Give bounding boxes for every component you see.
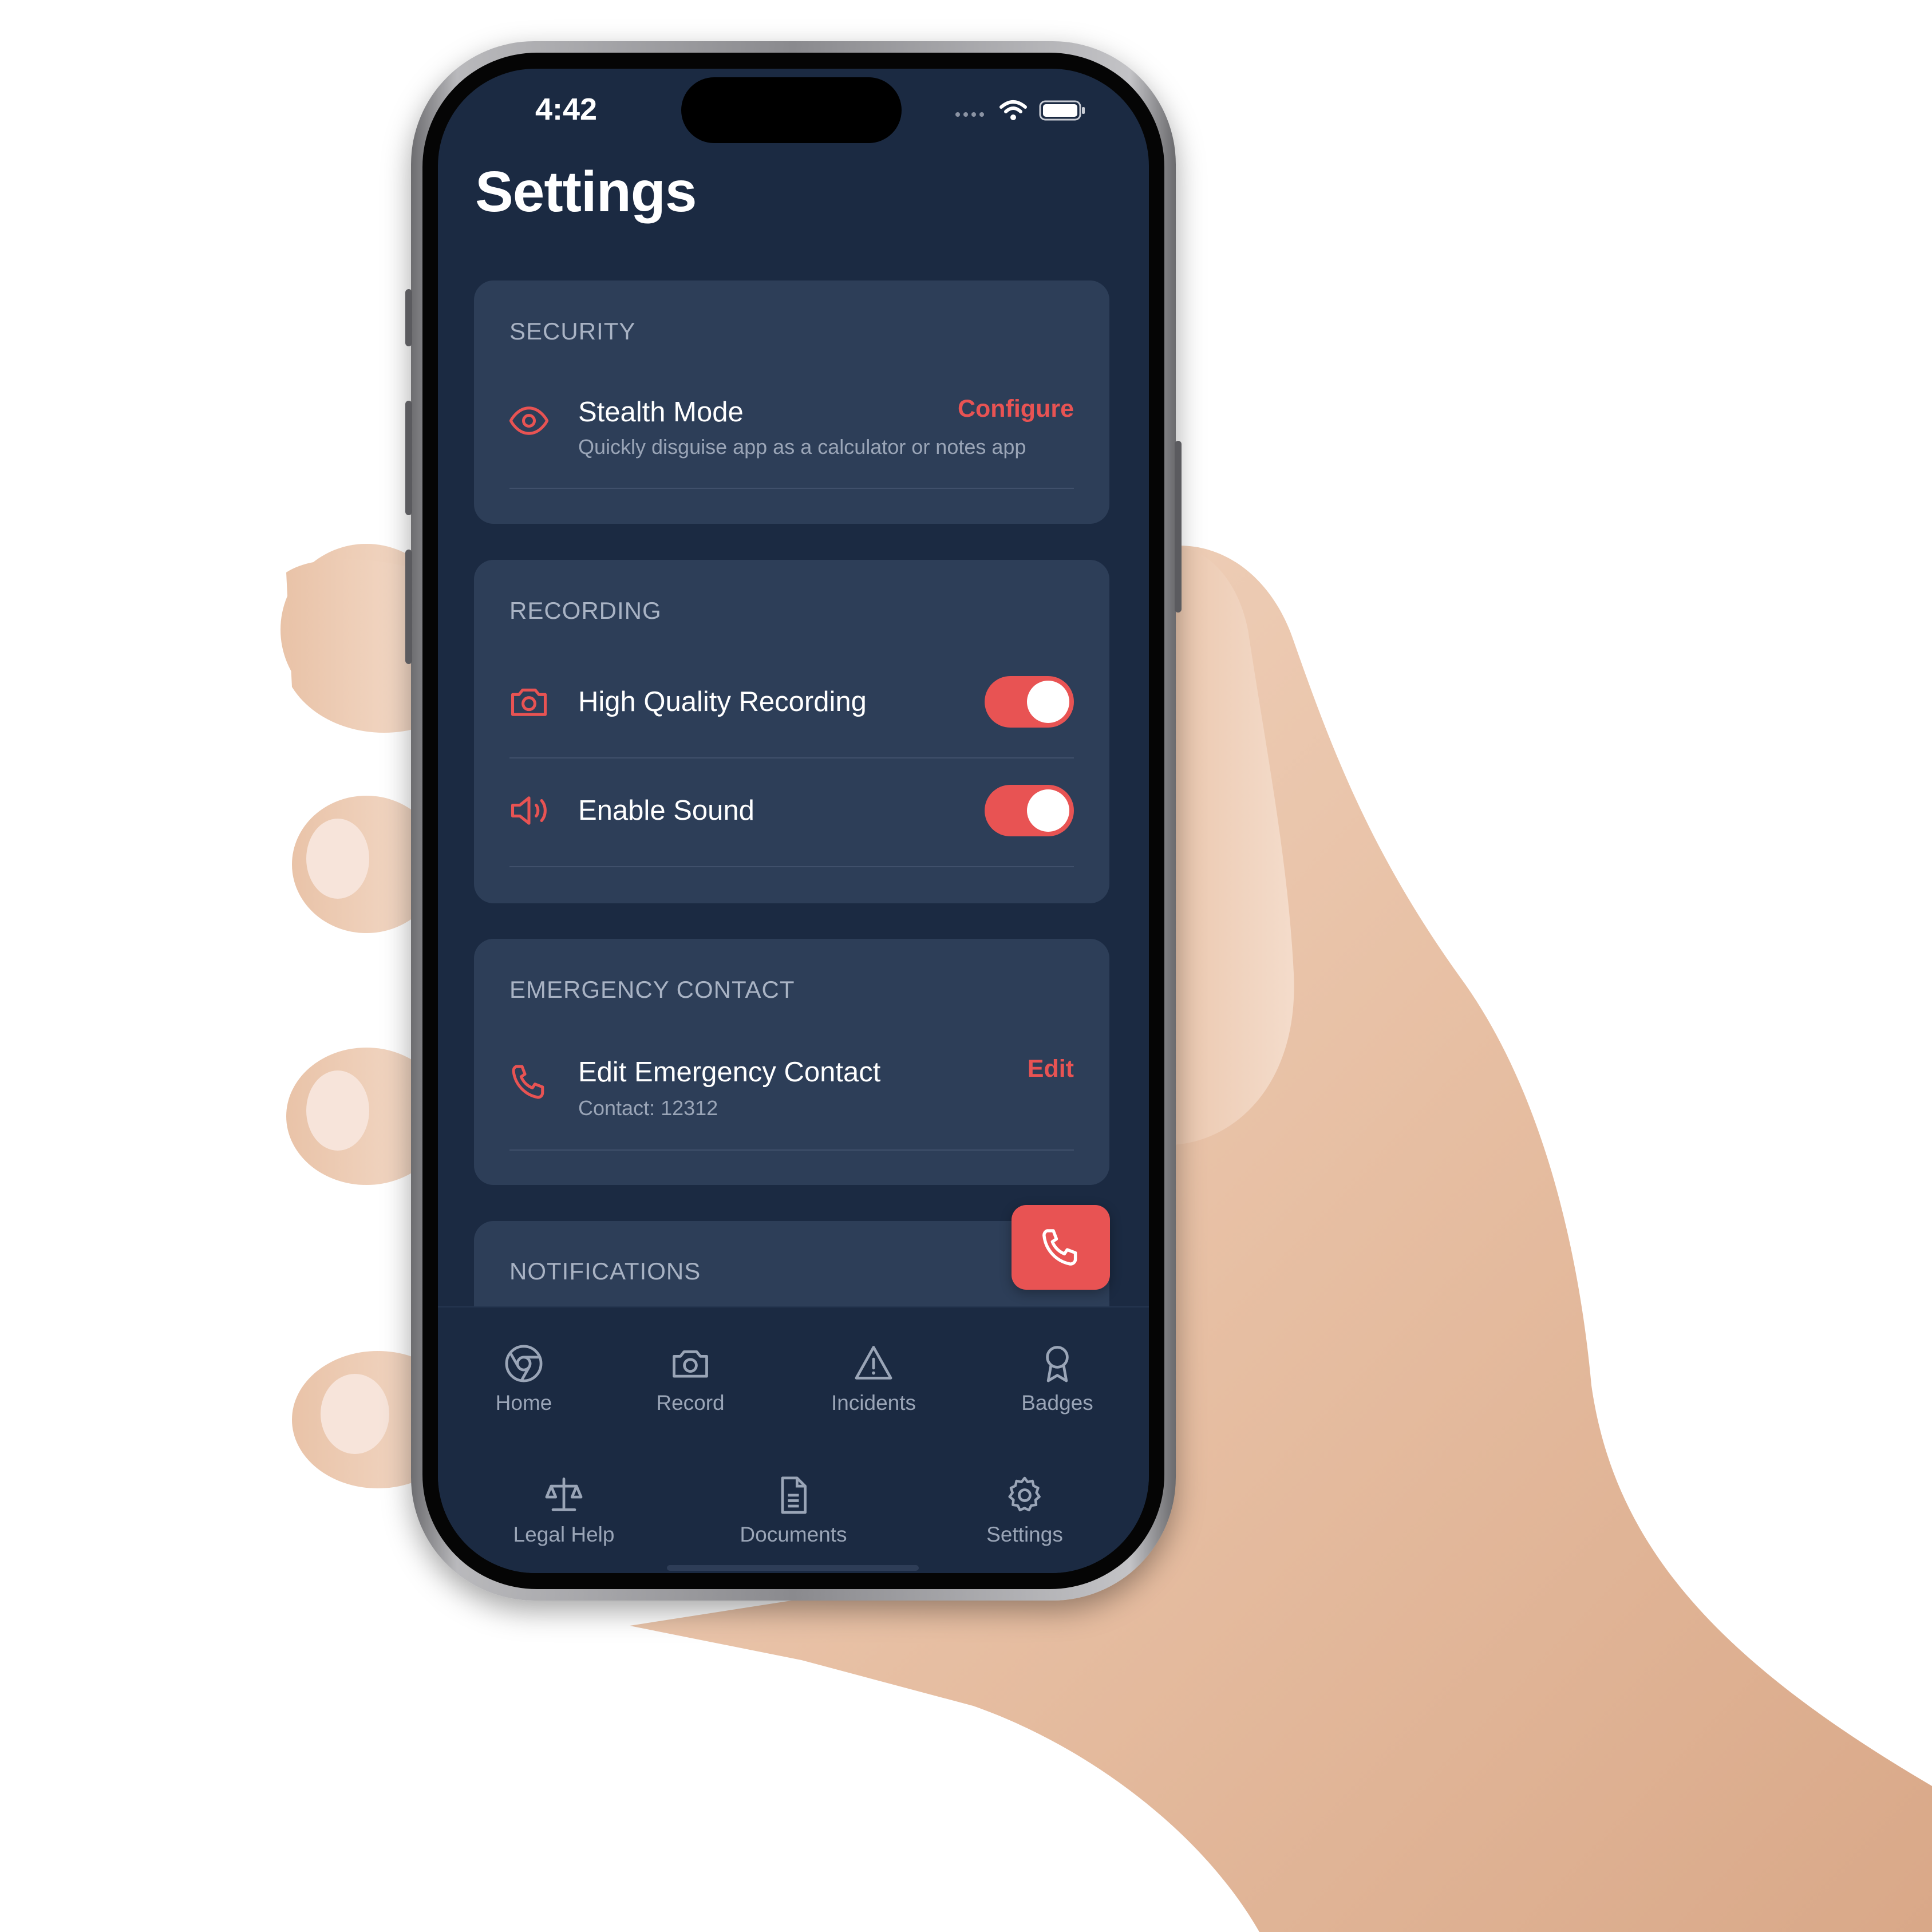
volume-down-button <box>405 550 412 664</box>
emergency-contact-card: EMERGENCY CONTACT Edit Emergency Contact… <box>474 939 1109 1185</box>
stealth-mode-title: Stealth Mode <box>578 397 744 428</box>
scale-icon <box>545 1477 583 1511</box>
tab-label: Badges <box>1021 1391 1093 1415</box>
section-label-emergency: EMERGENCY CONTACT <box>509 976 795 1003</box>
enable-sound-toggle[interactable] <box>985 785 1074 836</box>
home-indicator <box>667 1565 919 1571</box>
wifi-icon <box>999 100 1027 120</box>
tab-legal-help[interactable]: Legal Help <box>495 1473 633 1547</box>
tab-label: Legal Help <box>513 1523 615 1546</box>
eye-icon <box>509 406 549 435</box>
page-title: Settings <box>475 160 697 224</box>
enable-sound-label: Enable Sound <box>578 795 754 826</box>
phone-icon <box>512 1065 544 1099</box>
divider <box>509 488 1074 489</box>
speaker-icon <box>511 796 547 825</box>
tab-record[interactable]: Record <box>622 1342 759 1415</box>
tab-label: Incidents <box>831 1391 916 1415</box>
emergency-contact-number: Contact: 12312 <box>578 1096 718 1120</box>
divider <box>509 757 1074 758</box>
tab-label: Documents <box>740 1523 847 1546</box>
high-quality-recording-label: High Quality Recording <box>578 686 867 717</box>
chrome-icon <box>505 1345 543 1382</box>
tab-label: Settings <box>986 1523 1063 1546</box>
tab-incidents[interactable]: Incidents <box>805 1342 942 1415</box>
tab-badges[interactable]: Badges <box>989 1342 1126 1415</box>
configure-button[interactable]: Configure <box>958 395 1074 423</box>
divider <box>509 1149 1074 1151</box>
toggle-knob <box>1027 681 1069 723</box>
volume-up-button <box>405 401 412 515</box>
app-screen: 4:42 Settings SECURITY Stealth Mode Quic… <box>438 69 1149 1573</box>
edit-contact-button[interactable]: Edit <box>1028 1055 1074 1083</box>
stealth-mode-subtitle: Quickly disguise app as a calculator or … <box>578 435 1026 459</box>
emergency-call-fab[interactable] <box>1012 1205 1110 1290</box>
gear-icon <box>1008 1476 1041 1512</box>
tab-label: Home <box>495 1391 552 1415</box>
dynamic-island <box>681 77 902 143</box>
document-icon <box>781 1476 807 1514</box>
section-label-recording: RECORDING <box>509 597 662 624</box>
tab-home[interactable]: Home <box>455 1342 592 1415</box>
divider <box>509 866 1074 867</box>
camera-icon <box>673 1350 708 1378</box>
edit-emergency-contact-title: Edit Emergency Contact <box>578 1057 881 1088</box>
tab-documents[interactable]: Documents <box>725 1473 862 1547</box>
power-button <box>1175 441 1182 613</box>
tab-label: Record <box>656 1391 725 1415</box>
toggle-knob <box>1027 789 1069 832</box>
status-icons <box>955 96 1086 125</box>
recording-card: RECORDING High Quality Recording Enable … <box>474 560 1109 903</box>
signal-dots-icon <box>955 112 984 117</box>
action-button <box>405 289 412 346</box>
battery-icon <box>1039 100 1085 121</box>
status-time: 4:42 <box>535 92 598 127</box>
camera-icon <box>511 688 547 716</box>
phone-icon <box>1042 1229 1077 1266</box>
alert-triangle-icon <box>855 1346 892 1380</box>
tab-settings[interactable]: Settings <box>956 1473 1093 1547</box>
security-card: SECURITY Stealth Mode Quickly disguise a… <box>474 280 1109 524</box>
section-label-notifications: NOTIFICATIONS <box>509 1258 701 1285</box>
section-label-security: SECURITY <box>509 318 636 345</box>
bottom-tab-bar: Home Record Incidents Badges Legal Help … <box>438 1306 1149 1573</box>
award-icon <box>1046 1346 1069 1382</box>
high-quality-recording-toggle[interactable] <box>985 676 1074 728</box>
